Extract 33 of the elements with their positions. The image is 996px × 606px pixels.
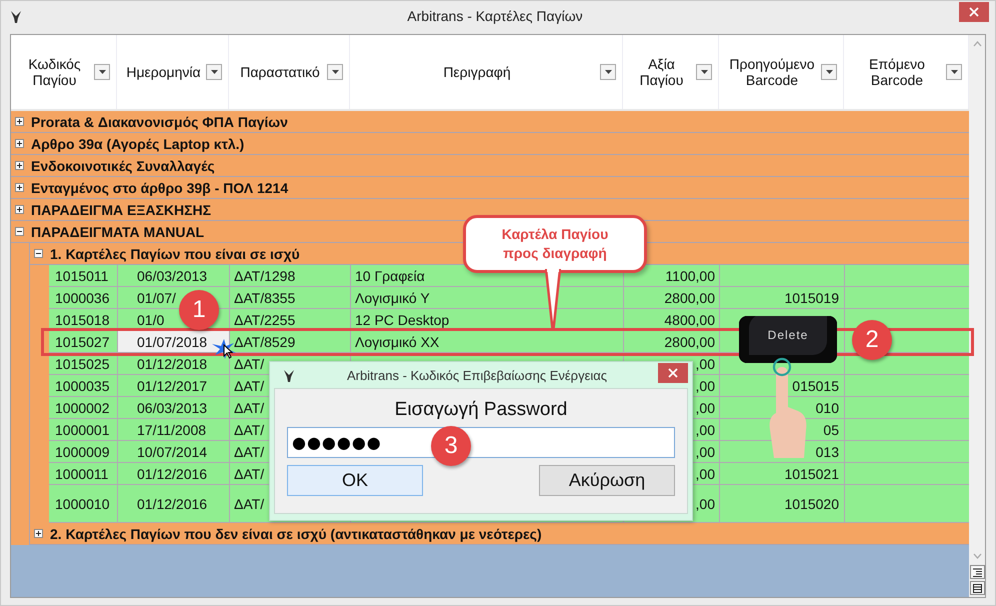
- prompt-label: Εισαγωγή Password: [394, 399, 568, 421]
- table-cell: 01/12/2016: [118, 463, 230, 485]
- table-cell: 1015021: [720, 463, 845, 485]
- table-cell: 1000035: [49, 375, 118, 397]
- table-cell: ΔΑΤ/8529: [230, 331, 351, 353]
- table-cell: 17/11/2008: [118, 419, 230, 441]
- table-cell: 1100,00: [624, 265, 720, 287]
- table-cell: 2800,00: [624, 331, 720, 353]
- table-cell: ΔΑΤ/1298: [230, 265, 351, 287]
- table-cell: Λογισμικό ΧΧ: [351, 331, 624, 353]
- table-cell: 1015019: [720, 287, 845, 309]
- table-cell: 01/12/2016: [118, 485, 230, 523]
- table-cell: 1000011: [49, 463, 118, 485]
- table-cell: 1015020: [720, 485, 845, 523]
- table-cell: 06/03/2013: [118, 265, 230, 287]
- callout-text: Καρτέλα Παγίου προς διαγραφή: [502, 225, 608, 263]
- table-cell: ΔΑΤ/8355: [230, 287, 351, 309]
- table-cell: 01/12/2017: [118, 375, 230, 397]
- table-cell: 06/03/2013: [118, 397, 230, 419]
- window-title: Arbitrans - Καρτέλες Παγίων: [406, 8, 584, 24]
- table-cell: 1000001: [49, 419, 118, 441]
- table-cell: 1015011: [49, 265, 118, 287]
- table-cell: 1000010: [49, 485, 118, 523]
- table-cell: 1000009: [49, 441, 118, 463]
- keyboard-key: Delete: [739, 316, 837, 363]
- table-cell: 1000036: [49, 287, 118, 309]
- table-cell: 1000002: [49, 397, 118, 419]
- table-cell: 1015027: [49, 331, 118, 353]
- table-cell: 10/07/2014: [118, 441, 230, 463]
- table-cell: 015015: [720, 375, 845, 397]
- table-cell: 01/07/2018: [118, 331, 230, 353]
- table-cell: 2800,00: [624, 287, 720, 309]
- table-cell: Λογισμικό Υ: [351, 287, 624, 309]
